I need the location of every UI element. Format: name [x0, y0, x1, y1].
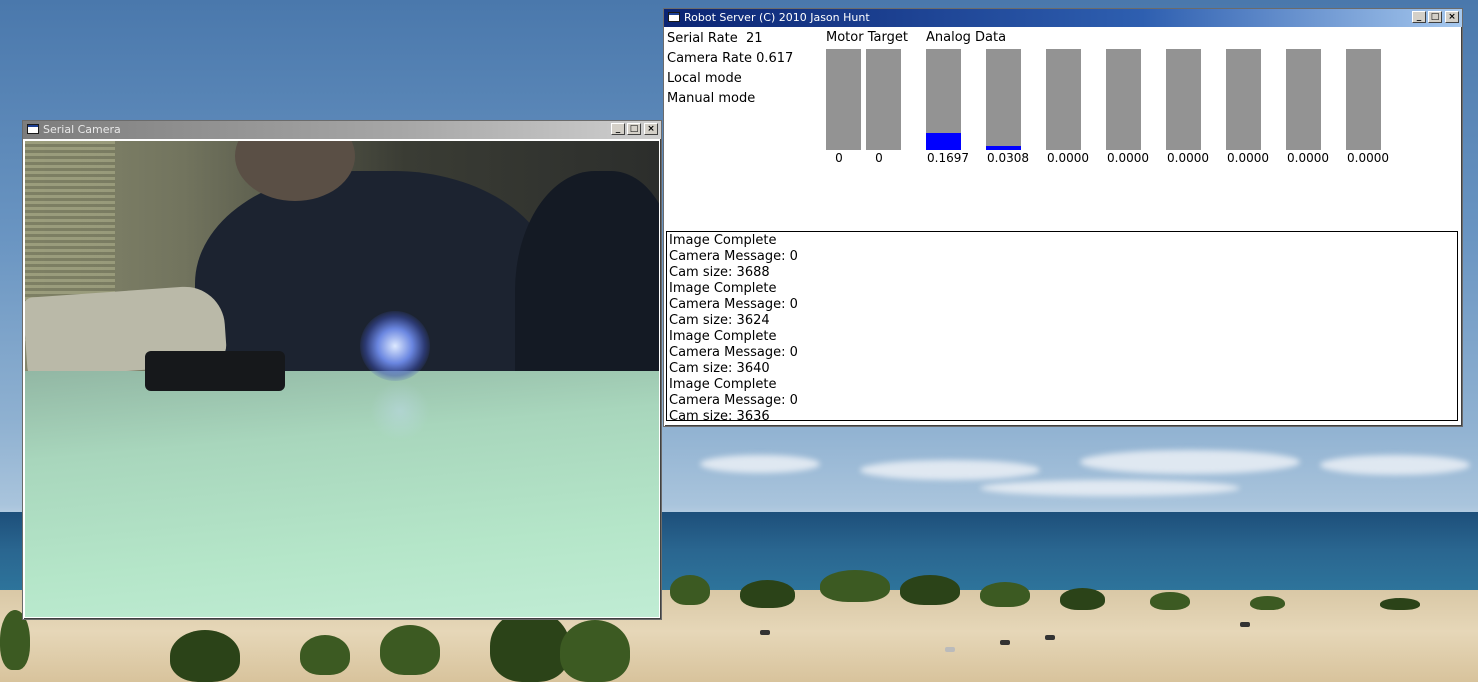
log-line: Image Complete: [669, 329, 777, 344]
car: [1240, 622, 1250, 627]
analog-bar-8: [1346, 49, 1381, 150]
manual-mode-text: Manual mode: [667, 91, 756, 106]
local-mode-text: Local mode: [667, 71, 742, 86]
tree: [1060, 588, 1105, 610]
camera-window-title: Serial Camera: [43, 123, 121, 136]
cloud: [700, 455, 820, 473]
tree: [820, 570, 890, 602]
close-button[interactable]: ×: [644, 123, 658, 135]
analog-value-5: 0.0000: [1167, 151, 1209, 165]
analog-bar-2: [986, 49, 1021, 150]
analog-bar-4: [1106, 49, 1141, 150]
camera-titlebar[interactable]: Serial Camera _ □ ×: [23, 121, 661, 139]
analog-bar-1: [926, 49, 961, 150]
tree: [380, 625, 440, 675]
tree: [300, 635, 350, 675]
analog-value-7: 0.0000: [1287, 151, 1329, 165]
log-line: Image Complete: [669, 377, 777, 392]
cloud: [980, 480, 1240, 496]
analog-value-1: 0.1697: [927, 151, 969, 165]
status-panel: Serial Rate 21 Camera Rate 0.617 Local m…: [667, 29, 793, 109]
log-line: Image Complete: [669, 233, 777, 248]
minimize-button[interactable]: _: [611, 123, 625, 135]
cloud: [1080, 450, 1300, 474]
motor-value-2: 0: [875, 151, 883, 165]
analog-value-4: 0.0000: [1107, 151, 1149, 165]
motor-bar-2: [866, 49, 901, 150]
log-line: Camera Message: 0: [669, 297, 798, 312]
analog-value-2: 0.0308: [987, 151, 1029, 165]
tree: [1380, 598, 1420, 610]
table-surface: [25, 371, 659, 617]
robot-server-window[interactable]: Robot Server (C) 2010 Jason Hunt _ □ × S…: [663, 8, 1463, 427]
serial-camera-window[interactable]: Serial Camera _ □ ×: [22, 120, 662, 620]
analog-value-8: 0.0000: [1347, 151, 1389, 165]
tree: [740, 580, 795, 608]
car: [1045, 635, 1055, 640]
camera-feed-image: [25, 141, 659, 617]
camera-rate-text: Camera Rate 0.617: [667, 51, 794, 66]
log-line: Camera Message: 0: [669, 345, 798, 360]
log-line: Camera Message: 0: [669, 249, 798, 264]
log-line: Cam size: 3688: [669, 265, 770, 280]
cloud: [1320, 455, 1470, 475]
log-line: Image Complete: [669, 281, 777, 296]
message-log[interactable]: Image Complete Camera Message: 0 Cam siz…: [666, 231, 1458, 421]
motor-target-header: Motor Target: [826, 30, 908, 45]
minimize-button[interactable]: _: [1412, 11, 1426, 23]
robot-device: [145, 351, 285, 391]
log-line: Cam size: 3640: [669, 361, 770, 376]
analog-bar-3: [1046, 49, 1081, 150]
analog-bar-7: [1286, 49, 1321, 150]
analog-value-3: 0.0000: [1047, 151, 1089, 165]
window-icon[interactable]: [668, 12, 680, 22]
car: [945, 647, 955, 652]
close-button[interactable]: ×: [1445, 11, 1459, 23]
log-line: Camera Message: 0: [669, 393, 798, 408]
cloud: [860, 460, 1040, 480]
analog-value-6: 0.0000: [1227, 151, 1269, 165]
blue-led-glow: [360, 311, 430, 381]
tree: [900, 575, 960, 605]
tree: [170, 630, 240, 682]
led-reflection: [370, 381, 430, 441]
log-line: Cam size: 3624: [669, 313, 770, 328]
tree: [670, 575, 710, 605]
car: [760, 630, 770, 635]
serial-rate-text: Serial Rate 21: [667, 31, 763, 46]
robot-titlebar[interactable]: Robot Server (C) 2010 Jason Hunt _ □ ×: [664, 9, 1462, 27]
tree: [560, 620, 630, 682]
tree: [490, 610, 570, 682]
robot-window-title: Robot Server (C) 2010 Jason Hunt: [684, 11, 870, 24]
car: [1000, 640, 1010, 645]
maximize-button[interactable]: □: [1428, 11, 1442, 23]
analog-bar-5: [1166, 49, 1201, 150]
tree: [1250, 596, 1285, 610]
maximize-button[interactable]: □: [627, 123, 641, 135]
log-line: Cam size: 3636: [669, 409, 770, 421]
tree: [980, 582, 1030, 607]
tree: [1150, 592, 1190, 610]
window-icon[interactable]: [27, 124, 39, 134]
motor-bar-1: [826, 49, 861, 150]
analog-bar-6: [1226, 49, 1261, 150]
bar-fill: [926, 132, 961, 150]
analog-data-header: Analog Data: [926, 30, 1007, 45]
